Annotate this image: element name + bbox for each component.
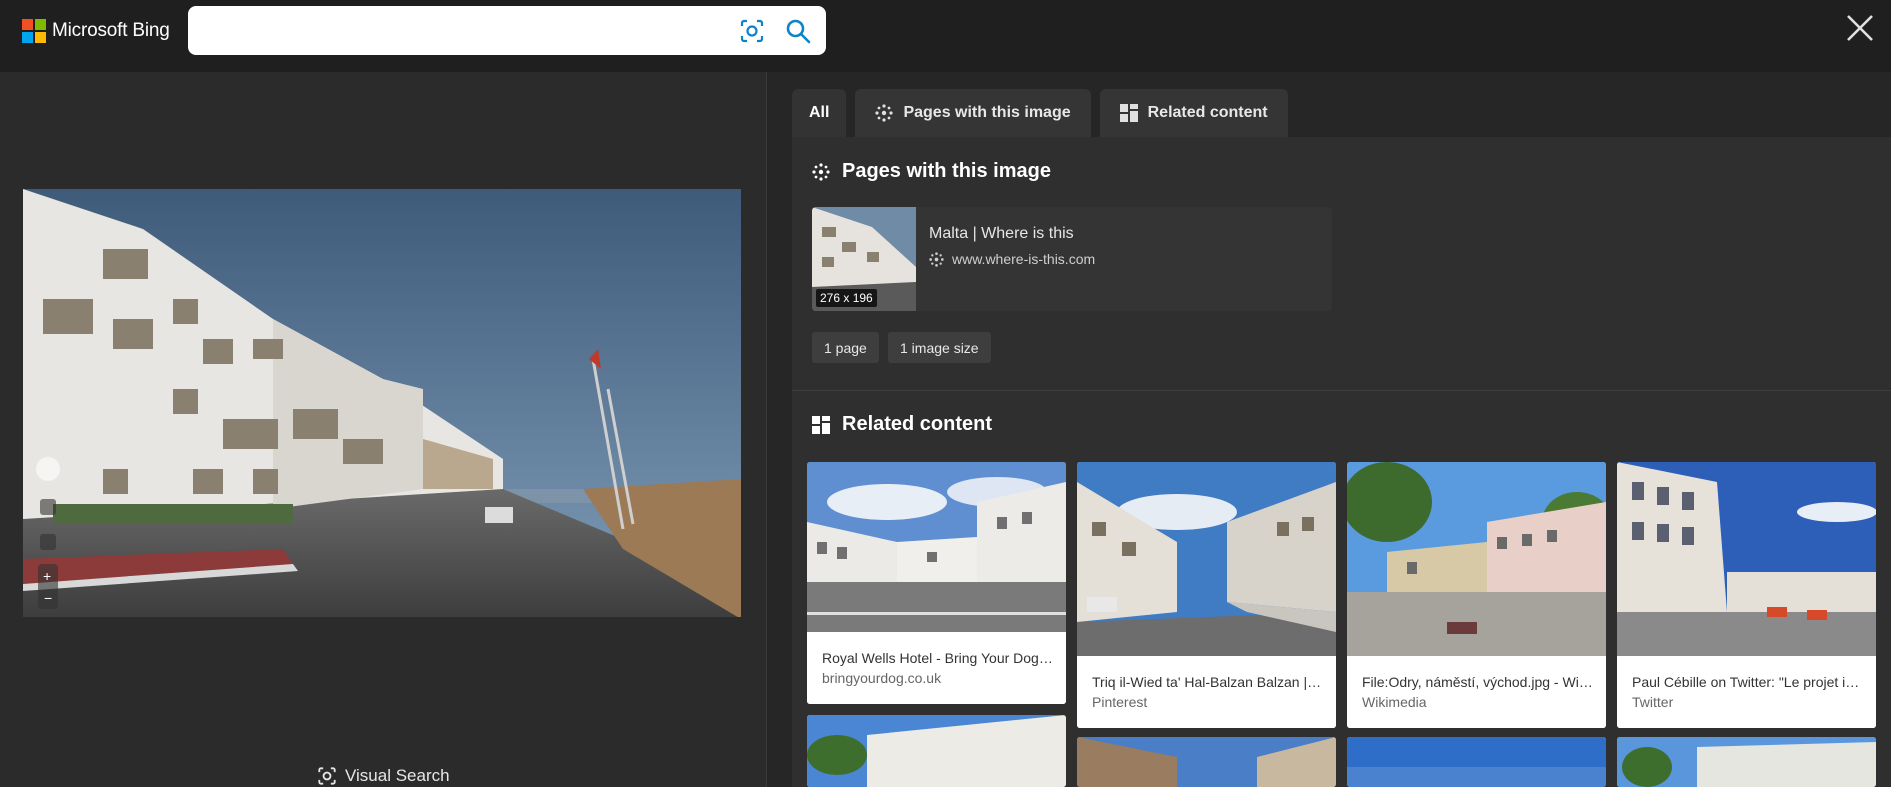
related-section-title: Related content — [812, 413, 992, 436]
visual-search-label: Visual Search — [345, 766, 450, 785]
card-caption: Triq il-Wied ta' Hal-Balzan Balzan | S..… — [1077, 656, 1336, 728]
grid-icon — [1119, 104, 1138, 122]
related-thumbnail — [1347, 462, 1606, 656]
chip-image-sizes[interactable]: 1 image size — [888, 332, 991, 363]
section-divider — [792, 390, 1891, 391]
related-thumbnail — [1347, 737, 1606, 787]
tab-label: Pages with this image — [903, 104, 1071, 121]
chip-pages[interactable]: 1 page — [812, 332, 879, 363]
related-thumbnail — [807, 715, 1066, 787]
card-title: Paul Cébille on Twitter: "Le projet im..… — [1632, 674, 1864, 690]
card-caption: Paul Cébille on Twitter: "Le projet im..… — [1617, 656, 1876, 728]
visual-search-icon[interactable] — [739, 18, 765, 44]
globe-icon — [929, 251, 944, 267]
page-url-row: www.where-is-this.com — [929, 251, 1095, 267]
top-bar: Microsoft Bing — [0, 0, 1891, 72]
related-card[interactable]: Paul Cébille on Twitter: "Le projet im..… — [1617, 462, 1876, 728]
page-url: www.where-is-this.com — [952, 251, 1096, 267]
microsoft-logo-icon — [22, 19, 46, 43]
bing-logo[interactable]: Microsoft Bing — [22, 18, 170, 44]
close-icon[interactable] — [1845, 13, 1875, 43]
related-thumbnail — [1077, 737, 1336, 787]
globe-icon — [812, 162, 830, 181]
pages-section-title: Pages with this image — [812, 160, 1051, 183]
tab-related-content[interactable]: Related content — [1099, 89, 1288, 137]
results-tabs: All Pages with this image Related conten… — [792, 89, 1288, 137]
search-icon[interactable] — [785, 18, 811, 44]
search-box[interactable] — [188, 6, 826, 55]
section-title-text: Related content — [842, 413, 993, 435]
card-caption: Royal Wells Hotel - Bring Your Dog - ...… — [807, 632, 1066, 704]
tab-all[interactable]: All — [792, 89, 847, 137]
card-title: File:Odry, náměstí, východ.jpg - Wiki... — [1362, 674, 1594, 690]
section-title-text: Pages with this image — [842, 160, 1051, 182]
tab-label: Related content — [1147, 104, 1268, 121]
related-thumbnail — [807, 462, 1066, 632]
page-thumbnail: 276 x 196 — [812, 207, 916, 311]
search-input[interactable] — [202, 16, 706, 46]
related-thumbnail — [1617, 737, 1876, 787]
related-thumbnail — [1077, 462, 1336, 656]
related-thumbnail — [1617, 462, 1876, 656]
grid-icon — [812, 415, 830, 434]
card-source: Twitter — [1632, 694, 1674, 710]
card-source: Pinterest — [1092, 694, 1148, 710]
card-source: Wikimedia — [1362, 694, 1427, 710]
related-card[interactable] — [1347, 737, 1606, 787]
related-card[interactable]: Triq il-Wied ta' Hal-Balzan Balzan | S..… — [1077, 462, 1336, 728]
related-card[interactable]: Royal Wells Hotel - Bring Your Dog - ...… — [807, 462, 1066, 704]
page-title[interactable]: Malta | Where is this — [929, 225, 1074, 243]
logo-text: Microsoft Bing — [52, 20, 170, 41]
visual-search-button[interactable]: Visual Search — [317, 766, 450, 786]
visual-search-icon — [317, 766, 337, 786]
image-size-badge: 276 x 196 — [816, 289, 877, 307]
related-card[interactable] — [807, 715, 1066, 787]
globe-icon — [875, 104, 894, 122]
related-card[interactable] — [1077, 737, 1336, 787]
svg-text:+: + — [43, 568, 51, 584]
related-card[interactable]: File:Odry, náměstí, východ.jpg - Wiki...… — [1347, 462, 1606, 728]
card-title: Triq il-Wied ta' Hal-Balzan Balzan | S..… — [1092, 674, 1324, 690]
card-title: Royal Wells Hotel - Bring Your Dog - ... — [822, 650, 1054, 666]
related-card[interactable] — [1617, 737, 1876, 787]
tab-label: All — [809, 104, 830, 121]
source-image: + − — [23, 189, 741, 617]
card-caption: File:Odry, náměstí, východ.jpg - Wiki...… — [1347, 656, 1606, 728]
card-source: bringyourdog.co.uk — [822, 670, 942, 686]
page-result-card[interactable]: 276 x 196 Malta | Where is this www.wher… — [812, 207, 1332, 311]
tab-pages-with-this-image[interactable]: Pages with this image — [855, 89, 1091, 137]
svg-text:−: − — [44, 590, 52, 606]
